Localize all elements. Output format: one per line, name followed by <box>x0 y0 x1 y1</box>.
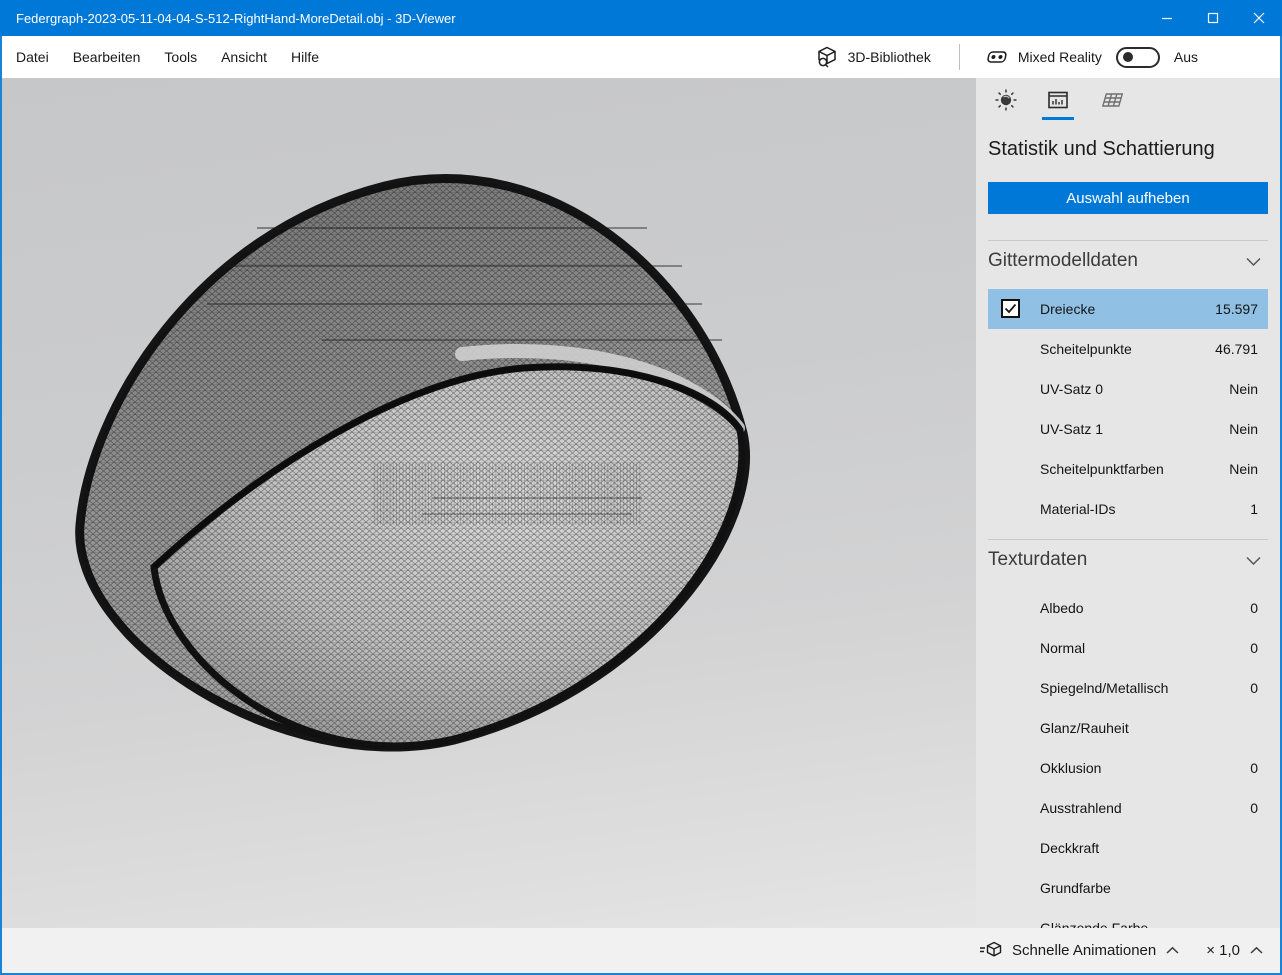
row-label: Grundfarbe <box>1040 880 1111 896</box>
wireframe-checkbox[interactable] <box>1001 299 1020 318</box>
section-title: Gittermodelldaten <box>988 250 1138 272</box>
row-value: Nein <box>1229 421 1258 437</box>
close-icon <box>1253 12 1265 24</box>
menubar-right: 3D-Bibliothek Mixed Reality Aus <box>809 36 1280 78</box>
stat-row-grundfarbe: Grundfarbe <box>988 868 1268 908</box>
stat-row-okklusion: Okklusion 0 <box>988 748 1268 788</box>
app-window: Federgraph-2023-05-11-04-04-S-512-RightH… <box>0 0 1282 975</box>
tab-grid[interactable] <box>1094 88 1126 120</box>
section-title: Texturdaten <box>988 549 1087 571</box>
quick-animations-label: Schnelle Animationen <box>1012 942 1156 959</box>
vr-glasses-icon <box>982 45 1008 69</box>
row-value: 46.791 <box>1215 341 1258 357</box>
mixed-reality-label: Mixed Reality <box>1018 49 1102 65</box>
row-value: 15.597 <box>1215 301 1258 317</box>
panel-title: Statistik und Schattierung <box>988 136 1268 162</box>
menubar-divider <box>959 44 960 70</box>
row-label: Scheitelpunktfarben <box>1040 461 1164 477</box>
maximize-icon <box>1207 12 1219 24</box>
minimize-icon <box>1161 12 1173 24</box>
menu-ansicht[interactable]: Ansicht <box>210 36 278 78</box>
chevron-down-icon[interactable] <box>1245 256 1268 267</box>
row-value: 0 <box>1250 640 1258 656</box>
row-label: UV-Satz 0 <box>1040 381 1103 397</box>
section-header-textures[interactable]: Texturdaten <box>988 540 1268 580</box>
texture-data-rows: Albedo 0 Normal 0 Spiegelnd/Metallisch 0… <box>988 588 1268 928</box>
row-label: Albedo <box>1040 600 1084 616</box>
stat-row-material-ids[interactable]: Material-IDs 1 <box>988 489 1268 529</box>
row-label: Dreiecke <box>1040 301 1095 317</box>
stat-row-spiegelnd-metallisch: Spiegelnd/Metallisch 0 <box>988 668 1268 708</box>
close-button[interactable] <box>1236 0 1282 36</box>
minimize-button[interactable] <box>1144 0 1190 36</box>
row-label: Okklusion <box>1040 760 1101 776</box>
stat-row-deckkraft: Deckkraft <box>988 828 1268 868</box>
titlebar[interactable]: Federgraph-2023-05-11-04-04-S-512-RightH… <box>0 0 1282 36</box>
section-header-mesh[interactable]: Gittermodelldaten <box>988 241 1268 281</box>
zoom-level-button[interactable]: × 1,0 <box>1200 938 1270 963</box>
stats-icon <box>1046 88 1070 112</box>
stat-row-albedo: Albedo 0 <box>988 588 1268 628</box>
row-value: Nein <box>1229 381 1258 397</box>
row-label: Spiegelnd/Metallisch <box>1040 680 1168 696</box>
3d-library-button[interactable]: 3D-Bibliothek <box>809 36 937 78</box>
mixed-reality-toggle[interactable] <box>1116 47 1160 68</box>
stat-row-glanz-rauheit: Glanz/Rauheit <box>988 708 1268 748</box>
active-tab-underline <box>1042 117 1074 120</box>
window-border-left <box>0 36 2 975</box>
row-value: 0 <box>1250 760 1258 776</box>
deselect-button[interactable]: Auswahl aufheben <box>988 182 1268 214</box>
window-title: Federgraph-2023-05-11-04-04-S-512-RightH… <box>0 11 1144 26</box>
viewport-3d[interactable] <box>2 78 976 928</box>
toggle-knob <box>1123 52 1133 62</box>
row-label: Glänzende Farbe <box>1040 920 1148 928</box>
stat-row-normal: Normal 0 <box>988 628 1268 668</box>
wireframe-mesh-model <box>2 78 976 928</box>
statistics-panel: Statistik und Schattierung Auswahl aufhe… <box>976 78 1280 928</box>
maximize-button[interactable] <box>1190 0 1236 36</box>
chevron-up-icon <box>1165 946 1180 955</box>
zoom-level-value: × 1,0 <box>1206 942 1240 959</box>
row-label: Deckkraft <box>1040 840 1099 856</box>
menubar: Datei Bearbeiten Tools Ansicht Hilfe 3D-… <box>2 36 1280 78</box>
row-value: Nein <box>1229 461 1258 477</box>
row-label: Scheitelpunkte <box>1040 341 1132 357</box>
row-label: UV-Satz 1 <box>1040 421 1103 437</box>
chevron-down-icon[interactable] <box>1245 555 1268 566</box>
stat-row-ausstrahlend: Ausstrahlend 0 <box>988 788 1268 828</box>
stat-row-glaenzende-farbe: Glänzende Farbe <box>988 908 1268 928</box>
row-value: 1 <box>1250 501 1258 517</box>
stat-row-uv-satz-0[interactable]: UV-Satz 0 Nein <box>988 369 1268 409</box>
mixed-reality-group: Mixed Reality Aus <box>982 45 1198 69</box>
animation-cube-icon <box>979 941 1003 961</box>
tab-lighting[interactable] <box>990 88 1022 120</box>
row-value: 0 <box>1250 600 1258 616</box>
menu-tools[interactable]: Tools <box>153 36 208 78</box>
sun-icon <box>994 88 1018 112</box>
stat-row-scheitelpunkte[interactable]: Scheitelpunkte 46.791 <box>988 329 1268 369</box>
statusbar: Schnelle Animationen × 1,0 <box>2 928 1280 973</box>
chevron-up-icon <box>1249 946 1264 955</box>
panel-tabs <box>988 88 1268 120</box>
row-value: 0 <box>1250 800 1258 816</box>
menu-hilfe[interactable]: Hilfe <box>280 36 330 78</box>
row-value: 0 <box>1250 680 1258 696</box>
stat-row-scheitelpunktfarben[interactable]: Scheitelpunktfarben Nein <box>988 449 1268 489</box>
3d-library-label: 3D-Bibliothek <box>848 49 931 65</box>
grid-icon <box>1096 88 1124 112</box>
cube-magnifier-icon <box>815 45 839 69</box>
stat-row-dreiecke[interactable]: Dreiecke 15.597 <box>988 289 1268 329</box>
row-label: Material-IDs <box>1040 501 1115 517</box>
stat-row-uv-satz-1[interactable]: UV-Satz 1 Nein <box>988 409 1268 449</box>
menu-datei[interactable]: Datei <box>5 36 60 78</box>
quick-animations-button[interactable]: Schnelle Animationen <box>973 937 1186 965</box>
mixed-reality-state: Aus <box>1174 49 1198 65</box>
tab-statistics[interactable] <box>1042 88 1074 120</box>
row-label: Ausstrahlend <box>1040 800 1122 816</box>
check-icon <box>1004 303 1017 314</box>
row-label: Glanz/Rauheit <box>1040 720 1129 736</box>
menu-bearbeiten[interactable]: Bearbeiten <box>62 36 152 78</box>
mesh-data-rows: Dreiecke 15.597 Scheitelpunkte 46.791 UV… <box>988 289 1268 529</box>
row-label: Normal <box>1040 640 1085 656</box>
